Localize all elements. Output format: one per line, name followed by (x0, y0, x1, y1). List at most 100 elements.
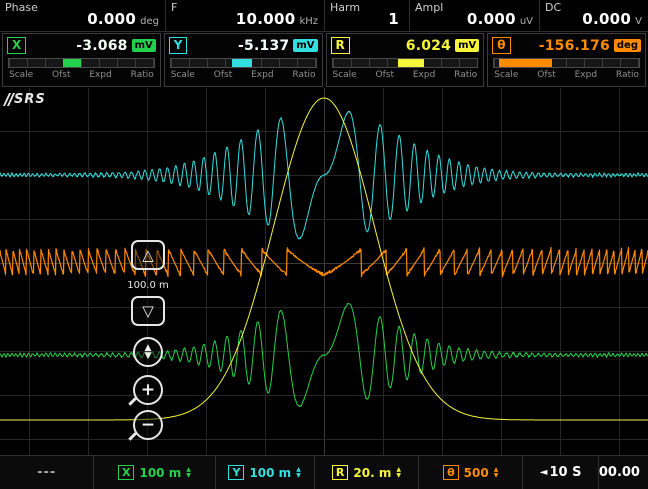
range-bar-segment (63, 59, 82, 67)
channel-y-unit-badge: mV (293, 39, 317, 52)
channel-r-range-bar (332, 58, 479, 68)
channel-x-controls: Scale Ofst Expd Ratio (3, 69, 160, 80)
phase-unit: deg (140, 16, 159, 27)
frequency-value[interactable]: 10.000 (236, 10, 296, 28)
channel-theta-range-bar (493, 58, 640, 68)
pan-updown-button[interactable]: ▲▼ (133, 337, 163, 367)
channel-x-letter-badge: X (7, 37, 26, 54)
channel-box-y[interactable]: Y -5.137 mV Scale Ofst Expd Ratio (164, 33, 323, 87)
dc-unit: V (635, 16, 642, 27)
channel-row: X -3.068 mV Scale Ofst Expd Ratio Y -5.1… (0, 32, 648, 88)
channel-x-value: -3.068 (76, 38, 127, 54)
y-scale-value: 100 m (249, 466, 291, 480)
plus-icon: + (141, 382, 155, 399)
phase-label: Phase (5, 1, 38, 14)
range-down-button[interactable]: ▽ (131, 296, 165, 326)
y-scale-spinner-icon[interactable]: ▲▼ (296, 467, 301, 479)
theta-scale-spinner-icon[interactable]: ▲▼ (494, 467, 499, 479)
offset-button[interactable]: Ofst (214, 70, 232, 80)
top-parameter-bar: Phase 0.000deg F 10.000kHz Harm 1 Ampl 0… (0, 0, 648, 32)
expand-button[interactable]: Expd (89, 70, 111, 80)
harmonic-param[interactable]: Harm 1 (325, 0, 410, 31)
channel-theta-unit-badge: deg (614, 39, 641, 52)
dc-param[interactable]: DC 0.000 V (540, 0, 648, 31)
ratio-button[interactable]: Ratio (292, 70, 315, 80)
timebase-value: 10 S (549, 465, 581, 480)
x-scale-value: 100 m (139, 466, 181, 480)
up-triangle-icon: △ (142, 246, 154, 264)
channel-r-header[interactable]: R 6.024 mV (327, 34, 484, 56)
theta-scale-letter-badge: θ (443, 465, 459, 480)
channel-y-letter-badge: Y (169, 37, 188, 54)
channel-theta-header[interactable]: θ -156.176 deg (488, 34, 645, 56)
channel-x-range-bar (8, 58, 155, 68)
scale-button[interactable]: Scale (171, 70, 195, 80)
timebase-control[interactable]: ◄ 10 S (523, 456, 598, 489)
scale-button[interactable]: Scale (333, 70, 357, 80)
frequency-label: F (171, 1, 177, 14)
ratio-button[interactable]: Ratio (454, 70, 477, 80)
trace-select-button[interactable]: --- (0, 456, 94, 489)
expand-button[interactable]: Expd (575, 70, 597, 80)
channel-box-theta[interactable]: θ -156.176 deg Scale Ofst Expd Ratio (487, 33, 646, 87)
channel-theta-letter-badge: θ (492, 37, 510, 54)
dc-value[interactable]: 0.000 (582, 10, 631, 28)
r-scale-control[interactable]: R 20. m ▲▼ (315, 456, 419, 489)
channel-x-header[interactable]: X -3.068 mV (3, 34, 160, 56)
channel-y-value: -5.137 (238, 38, 289, 54)
channel-r-letter-badge: R (331, 37, 350, 54)
x-scale-letter-badge: X (118, 465, 134, 480)
frequency-param[interactable]: F 10.000kHz (166, 0, 325, 31)
range-up-button[interactable]: △ (131, 240, 165, 270)
theta-scale-control[interactable]: θ 500 ▲▼ (419, 456, 523, 489)
expand-button[interactable]: Expd (413, 70, 435, 80)
zoom-in-button[interactable]: + (133, 375, 163, 405)
ratio-button[interactable]: Ratio (131, 70, 154, 80)
channel-y-header[interactable]: Y -5.137 mV (165, 34, 322, 56)
lockin-screen: Phase 0.000deg F 10.000kHz Harm 1 Ampl 0… (0, 0, 648, 489)
harmonic-value[interactable]: 1 (388, 10, 399, 28)
down-triangle-icon: ▽ (142, 302, 154, 320)
bottom-status-bar: --- X 100 m ▲▼ Y 100 m ▲▼ R 20. m ▲▼ θ 5… (0, 455, 648, 489)
channel-x-unit-badge: mV (132, 39, 156, 52)
amplitude-label: Ampl (415, 1, 443, 14)
x-scale-spinner-icon[interactable]: ▲▼ (186, 467, 191, 479)
r-scale-value: 20. m (353, 466, 391, 480)
timebase-arrow-icon: ◄ (540, 467, 548, 478)
offset-button[interactable]: Ofst (376, 70, 394, 80)
trace-canvas (0, 88, 648, 455)
channel-r-controls: Scale Ofst Expd Ratio (327, 69, 484, 80)
r-scale-spinner-icon[interactable]: ▲▼ (396, 467, 401, 479)
expand-button[interactable]: Expd (251, 70, 273, 80)
ratio-button[interactable]: Ratio (616, 70, 639, 80)
offset-button[interactable]: Ofst (52, 70, 70, 80)
phase-param[interactable]: Phase 0.000 deg (0, 0, 166, 31)
scale-button[interactable]: Scale (9, 70, 33, 80)
minus-icon: − (141, 417, 155, 434)
channel-y-controls: Scale Ofst Expd Ratio (165, 69, 322, 80)
range-bar-segment (232, 59, 252, 67)
updown-arrows-icon: ▲▼ (145, 344, 152, 360)
srs-logo: SRS (6, 92, 46, 107)
channel-r-unit-badge: mV (455, 39, 479, 52)
trace-select-label: --- (37, 465, 56, 480)
frequency-unit: kHz (299, 16, 318, 27)
zoom-out-button[interactable]: − (133, 410, 163, 440)
amplitude-value[interactable]: 0.000 (467, 10, 516, 28)
amplitude-unit: uV (520, 16, 533, 27)
scale-button[interactable]: Scale (494, 70, 518, 80)
offset-button[interactable]: Ofst (537, 70, 555, 80)
channel-y-range-bar (170, 58, 317, 68)
amplitude-param[interactable]: Ampl 0.000 uV (410, 0, 540, 31)
elapsed-time: 00.00 (599, 465, 648, 480)
dc-label: DC (545, 1, 561, 14)
channel-box-r[interactable]: R 6.024 mV Scale Ofst Expd Ratio (326, 33, 485, 87)
x-scale-control[interactable]: X 100 m ▲▼ (94, 456, 215, 489)
channel-box-x[interactable]: X -3.068 mV Scale Ofst Expd Ratio (2, 33, 161, 87)
y-scale-control[interactable]: Y 100 m ▲▼ (216, 456, 315, 489)
r-scale-letter-badge: R (332, 465, 348, 480)
phase-value[interactable]: 0.000 (87, 10, 136, 28)
harmonic-label: Harm (330, 1, 360, 14)
offset-value-label: 100.0 m (118, 280, 178, 291)
waveform-plot[interactable]: SRS △ 100.0 m ▽ ▲▼ + − (0, 88, 648, 455)
